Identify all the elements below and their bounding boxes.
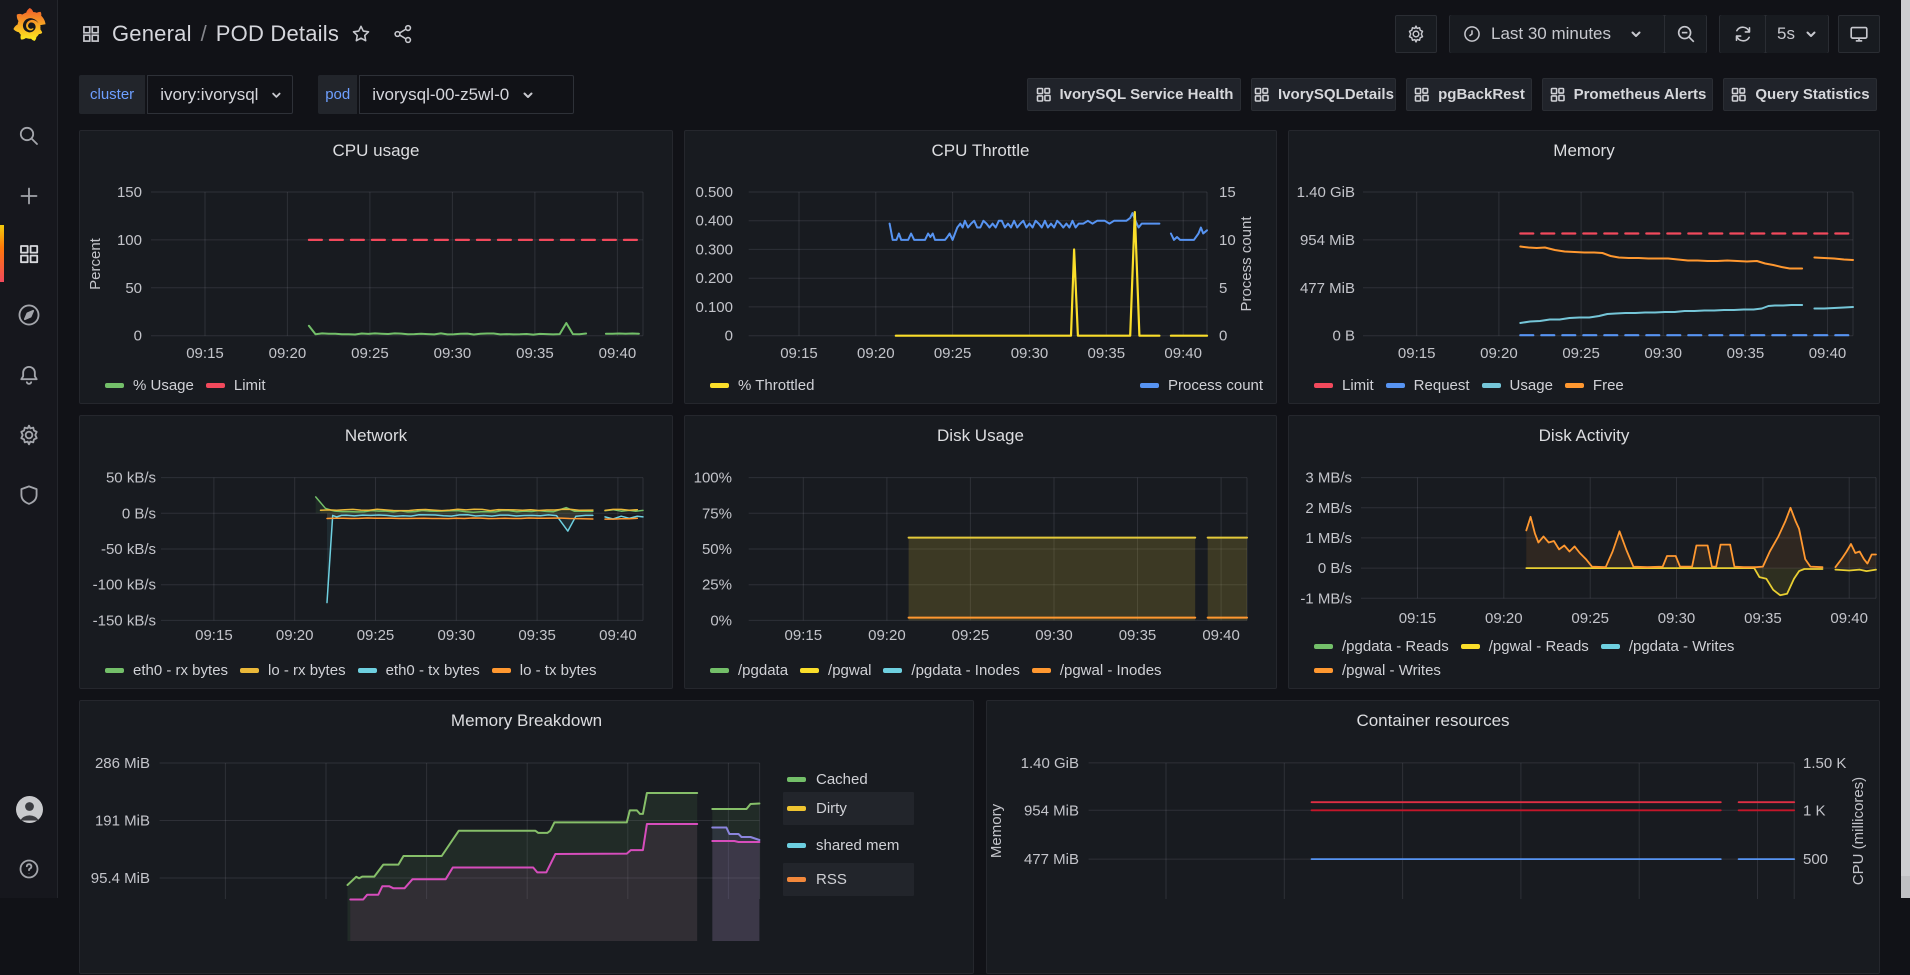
svg-text:286 MiB: 286 MiB xyxy=(95,755,150,772)
svg-text:09:40: 09:40 xyxy=(1809,345,1847,362)
svg-text:0 B/s: 0 B/s xyxy=(1318,560,1352,577)
svg-text:09:40: 09:40 xyxy=(599,627,637,644)
svg-text:CPU (millicores): CPU (millicores) xyxy=(1850,777,1867,885)
svg-text:2 MB/s: 2 MB/s xyxy=(1305,500,1352,517)
svg-text:0.100: 0.100 xyxy=(695,299,733,316)
svg-text:-100 kB/s: -100 kB/s xyxy=(93,577,156,594)
svg-text:0%: 0% xyxy=(710,612,732,629)
svg-text:25%: 25% xyxy=(702,577,732,594)
svg-text:09:20: 09:20 xyxy=(269,345,307,362)
svg-text:09:30: 09:30 xyxy=(438,627,476,644)
svg-text:100: 100 xyxy=(117,232,142,249)
svg-text:Process count: Process count xyxy=(1238,216,1255,312)
svg-text:50%: 50% xyxy=(702,541,732,558)
svg-text:09:25: 09:25 xyxy=(351,345,389,362)
svg-text:0.400: 0.400 xyxy=(695,213,733,230)
svg-text:09:20: 09:20 xyxy=(276,627,314,644)
svg-text:0: 0 xyxy=(725,328,733,345)
svg-text:95.4 MiB: 95.4 MiB xyxy=(91,870,150,887)
svg-text:1 MB/s: 1 MB/s xyxy=(1305,530,1352,547)
svg-text:1 K: 1 K xyxy=(1803,802,1826,819)
svg-text:09:25: 09:25 xyxy=(1562,345,1600,362)
svg-text:10: 10 xyxy=(1219,232,1236,249)
svg-text:Percent: Percent xyxy=(87,237,104,290)
svg-text:75%: 75% xyxy=(702,505,732,522)
svg-text:09:15: 09:15 xyxy=(1398,345,1436,362)
svg-text:0.500: 0.500 xyxy=(695,184,733,201)
svg-text:09:35: 09:35 xyxy=(1119,627,1157,644)
svg-text:09:25: 09:25 xyxy=(357,627,395,644)
svg-text:-50 kB/s: -50 kB/s xyxy=(101,541,156,558)
svg-text:191 MiB: 191 MiB xyxy=(95,813,150,830)
svg-text:09:20: 09:20 xyxy=(1485,610,1523,627)
svg-text:100%: 100% xyxy=(694,470,732,487)
svg-text:09:35: 09:35 xyxy=(1727,345,1765,362)
svg-text:50 kB/s: 50 kB/s xyxy=(106,470,156,487)
svg-text:09:20: 09:20 xyxy=(868,627,906,644)
svg-text:0.200: 0.200 xyxy=(695,270,733,287)
svg-text:09:30: 09:30 xyxy=(1011,345,1049,362)
svg-text:09:35: 09:35 xyxy=(518,627,556,644)
svg-text:1.40 GiB: 1.40 GiB xyxy=(1021,755,1079,772)
svg-text:09:30: 09:30 xyxy=(434,345,472,362)
svg-text:-1 MB/s: -1 MB/s xyxy=(1300,590,1352,607)
svg-text:150: 150 xyxy=(117,184,142,201)
svg-text:15: 15 xyxy=(1219,184,1236,201)
svg-text:09:25: 09:25 xyxy=(1571,610,1609,627)
svg-text:09:25: 09:25 xyxy=(934,345,972,362)
svg-text:954 MiB: 954 MiB xyxy=(1024,802,1079,819)
svg-text:50: 50 xyxy=(125,280,142,297)
svg-text:09:35: 09:35 xyxy=(1744,610,1782,627)
svg-text:09:40: 09:40 xyxy=(1202,627,1240,644)
svg-text:-150 kB/s: -150 kB/s xyxy=(93,612,156,629)
svg-text:09:20: 09:20 xyxy=(857,345,895,362)
svg-text:0.300: 0.300 xyxy=(695,241,733,258)
svg-text:3 MB/s: 3 MB/s xyxy=(1305,470,1352,487)
svg-text:09:35: 09:35 xyxy=(516,345,554,362)
svg-text:09:40: 09:40 xyxy=(599,345,637,362)
svg-text:09:25: 09:25 xyxy=(952,627,990,644)
svg-text:09:30: 09:30 xyxy=(1644,345,1682,362)
svg-text:09:35: 09:35 xyxy=(1088,345,1126,362)
svg-text:09:30: 09:30 xyxy=(1035,627,1073,644)
svg-text:09:20: 09:20 xyxy=(1480,345,1518,362)
svg-text:09:15: 09:15 xyxy=(1399,610,1437,627)
svg-text:0: 0 xyxy=(1219,328,1227,345)
svg-text:09:30: 09:30 xyxy=(1658,610,1696,627)
svg-text:954 MiB: 954 MiB xyxy=(1300,232,1355,249)
svg-text:09:15: 09:15 xyxy=(195,627,233,644)
svg-text:0: 0 xyxy=(134,328,142,345)
svg-text:477 MiB: 477 MiB xyxy=(1024,851,1079,868)
svg-text:500: 500 xyxy=(1803,851,1828,868)
svg-text:1.50 K: 1.50 K xyxy=(1803,755,1846,772)
svg-text:09:15: 09:15 xyxy=(780,345,818,362)
svg-text:0 B/s: 0 B/s xyxy=(122,505,156,522)
svg-text:09:15: 09:15 xyxy=(785,627,823,644)
svg-text:477 MiB: 477 MiB xyxy=(1300,280,1355,297)
svg-text:09:40: 09:40 xyxy=(1164,345,1202,362)
svg-text:09:15: 09:15 xyxy=(186,345,224,362)
svg-text:0 B: 0 B xyxy=(1332,328,1355,345)
svg-text:1.40 GiB: 1.40 GiB xyxy=(1297,184,1355,201)
svg-text:5: 5 xyxy=(1219,280,1227,297)
svg-text:Memory: Memory xyxy=(988,803,1005,858)
svg-text:09:40: 09:40 xyxy=(1830,610,1868,627)
